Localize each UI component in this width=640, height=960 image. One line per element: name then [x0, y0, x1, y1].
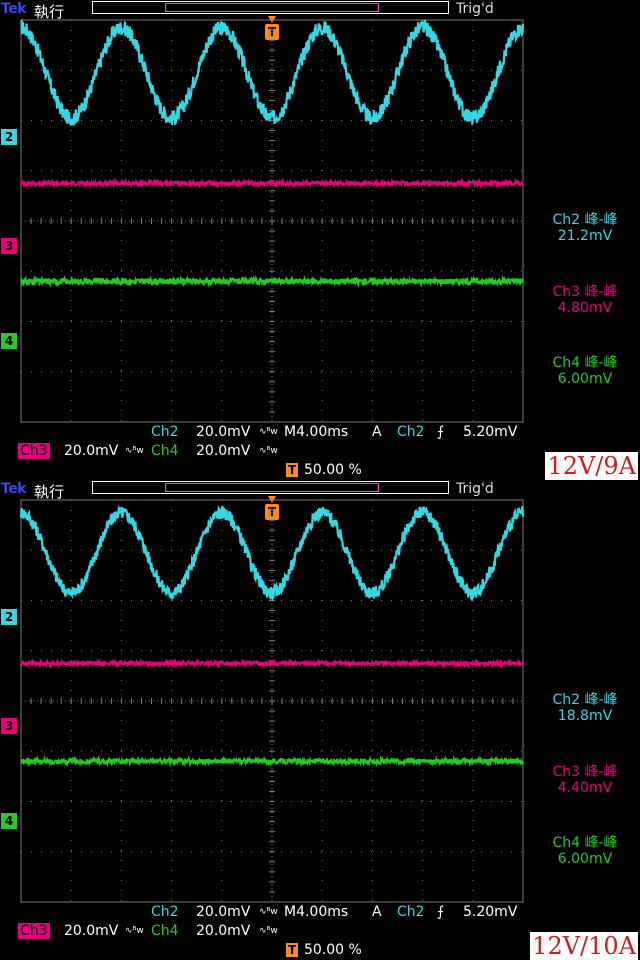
timebase: M4.00ms [284, 904, 349, 920]
acq-mode: A [372, 904, 382, 920]
ch4-name: Ch4 [151, 923, 179, 939]
trigger-source: Ch2 [397, 904, 425, 920]
measurement-value: 6.00mV [557, 371, 613, 387]
ch3-measurement: Ch3 峰-峰 4.80mV [530, 284, 640, 316]
measurement-label: Ch3 峰-峰 [552, 764, 618, 780]
measurement-label: Ch4 峰-峰 [552, 355, 618, 371]
measurement-label: Ch3 峰-峰 [552, 284, 618, 300]
ch4-name: Ch4 [151, 443, 179, 459]
ch2-measurement: Ch2 峰-峰 18.8mV [530, 692, 640, 724]
measurement-value: 4.80mV [557, 300, 613, 316]
bandwidth-icon: ∿ᴮw [259, 926, 278, 936]
measurement-value: 21.2mV [557, 228, 613, 244]
ch3-measurement: Ch3 峰-峰 4.40mV [530, 764, 640, 796]
rising-edge-icon: ⨍ [437, 904, 445, 920]
ch3-name: Ch3 [18, 923, 50, 939]
trigger-position: 50.00 % [304, 942, 362, 958]
status-line-1: Ch2 20.0mV ∿ᴮw M4.00ms A Ch2 ⨍ 5.20mV [0, 424, 640, 444]
ch4-marker: 4 [1, 333, 17, 349]
ch4-measurement: Ch4 峰-峰 6.00mV [530, 835, 640, 867]
measurement-value: 4.40mV [557, 780, 613, 796]
ch3-marker: 3 [1, 718, 17, 734]
ch2-marker: 2 [1, 129, 17, 145]
ch2-marker: 2 [1, 609, 17, 625]
scope-screen-top: Tek 執行 Trig'd T 2 3 4 Ch2 峰-峰 21.2mV Ch3… [0, 0, 640, 480]
ch3-scale: 20.0mV [64, 923, 119, 939]
measurement-value: 6.00mV [557, 851, 613, 867]
ch2-name: Ch2 [151, 904, 179, 920]
ch2-measurement: Ch2 峰-峰 21.2mV [530, 212, 640, 244]
measurement-value: 18.8mV [557, 708, 613, 724]
trigger-level: 5.20mV [463, 904, 518, 920]
status-line-1: Ch2 20.0mV ∿ᴮw M4.00ms A Ch2 ⨍ 5.20mV [0, 904, 640, 924]
bandwidth-icon: ∿ᴮw [125, 446, 144, 456]
measurement-label: Ch2 峰-峰 [552, 212, 618, 228]
status-line-3: T 50.00 % [0, 462, 640, 480]
timebase: M4.00ms [284, 424, 349, 440]
trigger-position-icon: T [286, 943, 299, 957]
ch2-name: Ch2 [151, 424, 179, 440]
ch4-marker: 4 [1, 813, 17, 829]
bandwidth-icon: ∿ᴮw [125, 926, 144, 936]
trigger-source: Ch2 [397, 424, 425, 440]
ch3-name: Ch3 [18, 443, 50, 459]
acq-mode: A [372, 424, 382, 440]
ch3-scale: 20.0mV [64, 443, 119, 459]
ch4-scale: 20.0mV [196, 443, 251, 459]
ch3-waveform [20, 177, 524, 189]
load-caption: 12V/10A [530, 932, 638, 960]
load-caption: 12V/9A [545, 452, 638, 480]
ch4-waveform [20, 754, 524, 768]
measurement-label: Ch2 峰-峰 [552, 692, 618, 708]
ch2-scale: 20.0mV [196, 424, 251, 440]
measurement-label: Ch4 峰-峰 [552, 835, 618, 851]
ch4-waveform [20, 274, 524, 289]
ch3-marker: 3 [1, 238, 17, 254]
trigger-position: 50.00 % [304, 462, 362, 478]
ch4-measurement: Ch4 峰-峰 6.00mV [530, 355, 640, 387]
scope-screen-bottom: Tek 執行 Trig'd T 2 3 4 Ch2 峰-峰 18.8mV Ch3… [0, 480, 640, 960]
status-line-2: Ch3 20.0mV ∿ᴮw Ch4 20.0mV ∿ᴮw [0, 443, 640, 463]
ch4-scale: 20.0mV [196, 923, 251, 939]
bandwidth-icon: ∿ᴮw [259, 907, 278, 917]
ch2-scale: 20.0mV [196, 904, 251, 920]
bandwidth-icon: ∿ᴮw [259, 427, 278, 437]
rising-edge-icon: ⨍ [437, 424, 445, 440]
trigger-level: 5.20mV [463, 424, 518, 440]
trigger-position-icon: T [286, 463, 299, 477]
bandwidth-icon: ∿ᴮw [259, 446, 278, 456]
